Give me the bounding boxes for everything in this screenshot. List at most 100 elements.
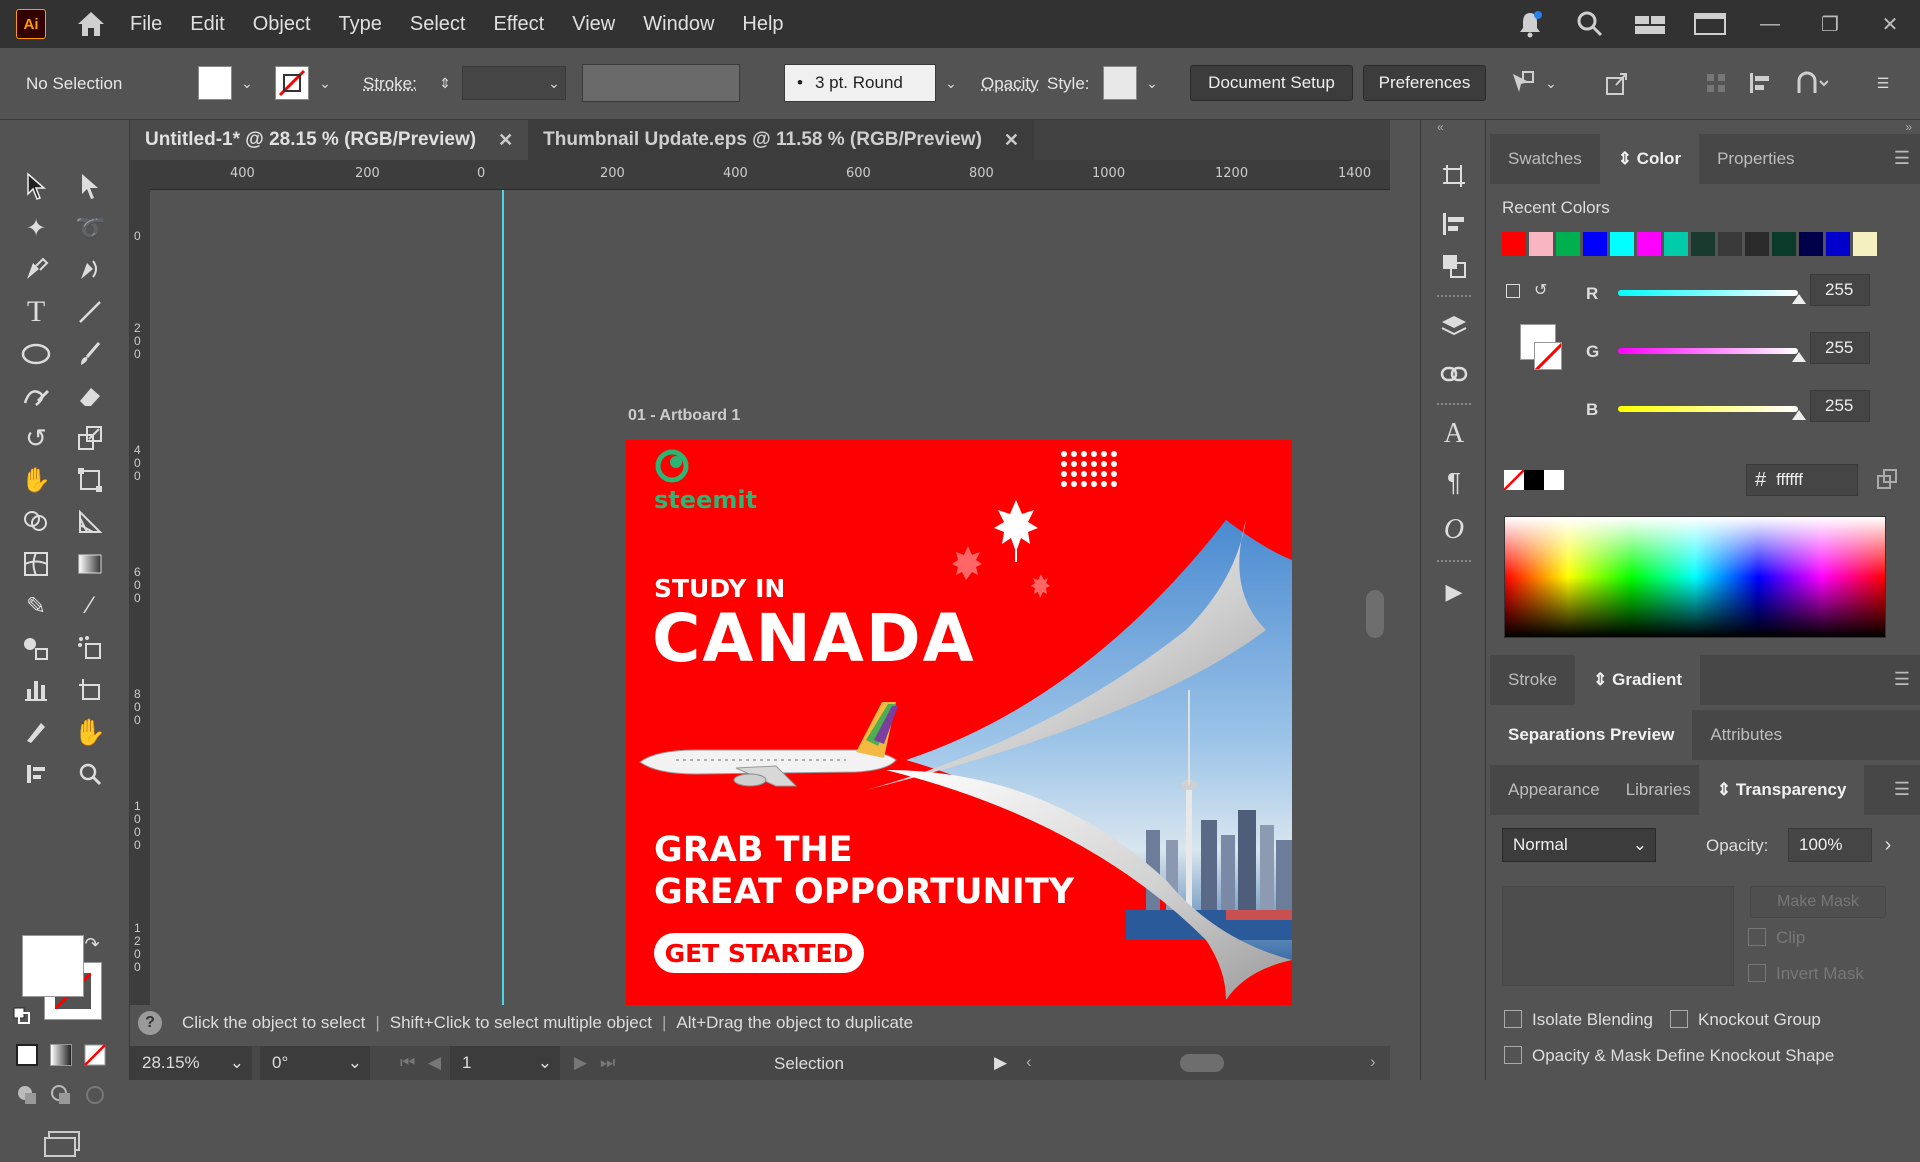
swap-fill-stroke-icon[interactable]: ↷ xyxy=(80,932,104,956)
shape-builder-tool-icon[interactable] xyxy=(14,502,58,542)
tab-separations-preview[interactable]: Separations Preview xyxy=(1490,710,1692,760)
line-segment-tool-icon[interactable] xyxy=(68,292,112,332)
opacity-link[interactable]: Opacity xyxy=(981,74,1039,94)
recent-color-swatch[interactable] xyxy=(1772,232,1796,256)
recent-color-swatch[interactable] xyxy=(1583,232,1607,256)
default-fill-stroke-icon[interactable] xyxy=(10,1004,34,1028)
artboards-panel-icon[interactable] xyxy=(1438,160,1470,192)
color-stroke-box[interactable] xyxy=(1534,342,1562,370)
pen-tool-icon[interactable] xyxy=(14,250,58,290)
draw-behind-icon[interactable] xyxy=(46,1080,76,1110)
green-value-field[interactable]: 255 xyxy=(1810,332,1870,364)
change-screen-mode-icon[interactable] xyxy=(40,1126,86,1162)
last-artboard-icon[interactable]: ⏭ xyxy=(600,1053,615,1073)
gradient-mode-icon[interactable] xyxy=(46,1040,76,1070)
red-value-field[interactable]: 255 xyxy=(1810,274,1870,306)
selection-tool-icon[interactable] xyxy=(14,166,58,206)
color-spectrum[interactable] xyxy=(1504,516,1886,638)
warp-tool-icon[interactable]: ✋ xyxy=(14,460,58,500)
style-dropdown-icon[interactable]: ⌄ xyxy=(1141,66,1163,100)
links-panel-icon[interactable] xyxy=(1438,358,1470,390)
slice-tool-icon[interactable] xyxy=(14,712,58,752)
restore-icon[interactable]: ❐ xyxy=(1800,0,1860,48)
shaper-tool-icon[interactable] xyxy=(14,376,58,416)
brush-definition[interactable]: • 3 pt. Round xyxy=(784,64,936,102)
workspace-switcher-icon[interactable] xyxy=(1620,0,1680,48)
recent-color-swatch[interactable] xyxy=(1691,232,1715,256)
recent-color-swatch[interactable] xyxy=(1718,232,1742,256)
recent-color-swatch[interactable] xyxy=(1826,232,1850,256)
next-artboard-icon[interactable]: ▶ xyxy=(574,1053,587,1073)
green-slider[interactable] xyxy=(1618,348,1798,354)
perspective-grid-tool-icon[interactable] xyxy=(68,502,112,542)
copy-hex-icon[interactable] xyxy=(1876,468,1900,492)
rotation-dropdown-icon[interactable]: ⌄ xyxy=(348,1053,362,1073)
magic-wand-tool-icon[interactable]: ✦ xyxy=(14,208,58,248)
document-setup-button[interactable]: Document Setup xyxy=(1190,65,1353,101)
menu-view[interactable]: View xyxy=(572,13,615,36)
green-slider-handle[interactable] xyxy=(1792,352,1806,362)
tab-properties[interactable]: Properties xyxy=(1699,134,1812,184)
get-started-button[interactable]: GET STARTED xyxy=(654,933,864,973)
tab-untitled-1[interactable]: Untitled-1* @ 28.15 % (RGB/Preview) ✕ xyxy=(130,120,528,160)
tab-libraries[interactable]: Libraries xyxy=(1618,765,1699,815)
graphic-style-swatch[interactable] xyxy=(1103,66,1137,100)
brush-dropdown-icon[interactable]: ⌄ xyxy=(940,66,962,100)
lasso-tool-icon[interactable]: ➰ xyxy=(68,208,112,248)
color-mode-icon[interactable] xyxy=(12,1040,42,1070)
tab-swatches[interactable]: Swatches xyxy=(1490,134,1600,184)
close-window-icon[interactable]: ✕ xyxy=(1860,0,1920,48)
recent-color-swatch[interactable] xyxy=(1853,232,1877,256)
select-similar-dropdown-icon[interactable]: ⌄ xyxy=(1540,66,1562,100)
character-panel-icon[interactable]: A xyxy=(1438,418,1470,450)
recent-color-swatch[interactable] xyxy=(1502,232,1526,256)
blue-slider[interactable] xyxy=(1618,406,1798,412)
ellipse-tool-icon[interactable] xyxy=(14,334,58,374)
artboard[interactable]: steemit STUDY IN CANADA GRAB THE GREAT O… xyxy=(626,440,1292,1005)
actions-panel-icon[interactable]: ▶ xyxy=(1438,576,1470,608)
menu-select[interactable]: Select xyxy=(410,13,466,36)
opacity-mask-knockout-checkbox[interactable] xyxy=(1504,1046,1522,1064)
scroll-left-icon[interactable]: ‹ xyxy=(1026,1052,1032,1072)
type-tool-icon[interactable]: T xyxy=(14,292,58,332)
clip-checkbox[interactable] xyxy=(1748,928,1766,946)
align-left-icon[interactable] xyxy=(1744,66,1776,100)
tab-stroke[interactable]: Stroke xyxy=(1490,655,1575,705)
gradient-tool-icon[interactable] xyxy=(68,544,112,584)
zoom-dropdown-icon[interactable]: ⌄ xyxy=(230,1053,244,1073)
fill-swatch[interactable] xyxy=(198,66,232,100)
tab-color[interactable]: ⇕ Color xyxy=(1600,134,1699,184)
artboard-label[interactable]: 01 - Artboard 1 xyxy=(628,407,740,425)
recent-color-swatch[interactable] xyxy=(1745,232,1769,256)
opentype-panel-icon[interactable]: O xyxy=(1438,514,1470,546)
menu-type[interactable]: Type xyxy=(339,13,382,36)
prev-artboard-icon[interactable]: ◀ xyxy=(428,1053,441,1073)
menu-edit[interactable]: Edit xyxy=(190,13,224,36)
recent-color-swatch[interactable] xyxy=(1529,232,1553,256)
stroke-label[interactable]: Stroke: xyxy=(363,74,417,94)
white-color-swatch[interactable] xyxy=(1544,470,1564,490)
recent-color-swatch[interactable] xyxy=(1664,232,1688,256)
arrange-documents-icon[interactable] xyxy=(1680,0,1740,48)
pathfinder-panel-icon[interactable] xyxy=(1438,250,1470,282)
draw-normal-icon[interactable] xyxy=(12,1080,42,1110)
artboard-dropdown-icon[interactable]: ⌄ xyxy=(538,1053,552,1073)
measure-tool-icon[interactable]: ⁄ xyxy=(68,586,112,626)
column-graph-tool-icon[interactable] xyxy=(14,670,58,710)
paragraph-panel-icon[interactable]: ¶ xyxy=(1438,466,1470,498)
tab-thumbnail-update[interactable]: Thumbnail Update.eps @ 11.58 % (RGB/Prev… xyxy=(528,120,1034,160)
artboard-number-field[interactable]: 1 ⌄ xyxy=(450,1046,560,1080)
red-slider[interactable] xyxy=(1618,290,1798,296)
none-color-swatch[interactable] xyxy=(1504,470,1524,490)
zoom-tool-icon[interactable] xyxy=(68,754,112,794)
swap-colors-mini-icon[interactable]: ↺ xyxy=(1534,280,1547,300)
tab-gradient[interactable]: ⇕ Gradient xyxy=(1575,655,1700,705)
blend-tool-icon[interactable] xyxy=(14,628,58,668)
rotation-field[interactable]: 0° ⌄ xyxy=(260,1046,370,1080)
none-mode-icon[interactable] xyxy=(80,1040,110,1070)
stroke-weight-stepper[interactable]: ⇕ xyxy=(434,66,456,100)
bell-icon[interactable] xyxy=(1500,0,1560,48)
scrollbar-thumb[interactable] xyxy=(1366,590,1384,638)
guide-line[interactable] xyxy=(502,190,504,1005)
zoom-field[interactable]: 28.15% ⌄ xyxy=(130,1046,252,1080)
